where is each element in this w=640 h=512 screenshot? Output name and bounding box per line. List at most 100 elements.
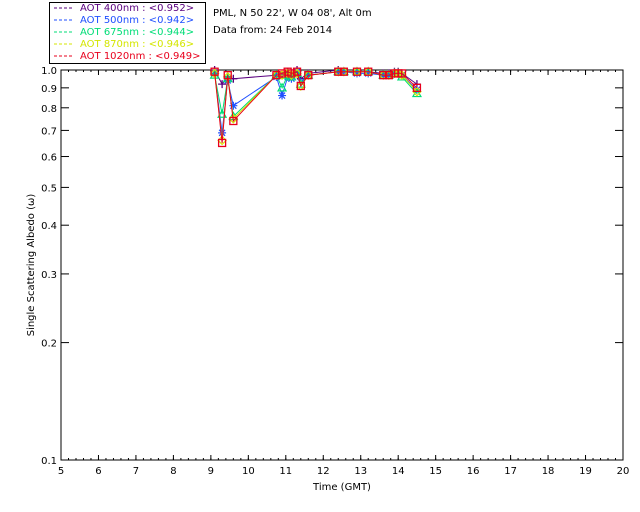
y-tick-label: 0.7 xyxy=(41,126,57,137)
data-point xyxy=(217,109,228,118)
x-tick-label: 15 xyxy=(429,466,442,477)
data-point xyxy=(333,66,344,76)
data-point xyxy=(296,74,305,83)
data-point xyxy=(286,70,297,81)
data-point xyxy=(334,67,343,76)
legend xyxy=(49,2,206,64)
y-tick-label: 1.0 xyxy=(41,66,57,77)
data-point xyxy=(293,66,302,74)
data-point xyxy=(412,80,421,89)
x-tick-label: 7 xyxy=(133,466,139,477)
data-point xyxy=(412,83,422,92)
data-point xyxy=(296,78,305,87)
data-point xyxy=(393,68,404,79)
y-tick-label: 0.9 xyxy=(41,84,57,95)
data-point xyxy=(277,69,287,78)
data-point xyxy=(363,66,374,76)
data-point xyxy=(296,81,305,91)
data-point xyxy=(339,67,348,76)
data-point xyxy=(286,71,297,81)
data-point xyxy=(412,85,421,94)
data-point xyxy=(223,76,232,85)
data-point xyxy=(351,66,363,76)
data-point xyxy=(397,69,407,78)
x-axis-label: Time (GMT) xyxy=(312,482,371,493)
data-point xyxy=(389,68,400,79)
data-point xyxy=(352,66,362,77)
data-point xyxy=(278,71,287,80)
data-point xyxy=(397,69,406,78)
data-point xyxy=(295,78,306,88)
data-point xyxy=(390,69,399,78)
series-line-1 xyxy=(214,70,418,133)
data-point xyxy=(304,71,313,80)
data-point xyxy=(304,69,313,78)
x-tick-label: 11 xyxy=(279,466,292,477)
data-point xyxy=(272,71,281,80)
series-line-0 xyxy=(214,69,418,86)
data-point xyxy=(218,128,227,137)
data-point xyxy=(339,66,349,77)
x-tick-label: 10 xyxy=(242,466,255,477)
x-tick-label: 14 xyxy=(392,466,405,477)
data-point xyxy=(378,69,389,79)
data-point xyxy=(282,69,293,79)
x-tick-label: 17 xyxy=(504,466,517,477)
data-point xyxy=(223,72,232,81)
data-point xyxy=(352,69,361,78)
data-point xyxy=(210,67,219,76)
data-point xyxy=(229,74,238,83)
y-tick-label: 0.3 xyxy=(41,270,57,281)
x-tick-label: 18 xyxy=(542,466,555,477)
data-point xyxy=(396,71,407,81)
plot-frame xyxy=(60,69,624,461)
data-point xyxy=(384,69,393,78)
data-point xyxy=(334,66,343,74)
x-tick-label: 16 xyxy=(467,466,480,477)
data-point xyxy=(282,68,293,79)
y-tick-label: 0.4 xyxy=(41,221,57,232)
data-point xyxy=(218,80,227,89)
y-tick-label: 0.6 xyxy=(41,153,57,164)
data-point xyxy=(217,138,227,148)
data-point xyxy=(210,69,219,78)
y-axis-label: Single Scattering Albedo (ω) xyxy=(26,194,37,337)
data-point xyxy=(378,70,389,81)
site-info: PML, N 50 22', W 04 08', Alt 0m xyxy=(213,8,372,19)
x-tick-label: 19 xyxy=(579,466,592,477)
data-point xyxy=(209,68,220,79)
x-tick-label: 13 xyxy=(354,466,367,477)
data-point xyxy=(283,67,292,76)
data-point xyxy=(389,68,400,78)
y-tick-label: 0.1 xyxy=(41,456,57,467)
data-point xyxy=(379,71,388,80)
data-point xyxy=(412,86,422,97)
x-tick-label: 5 xyxy=(58,466,64,477)
data-point xyxy=(384,71,393,80)
data-point xyxy=(390,67,399,76)
y-tick-label: 0.5 xyxy=(41,183,57,194)
y-tick-label: 0.2 xyxy=(41,339,57,350)
data-point xyxy=(390,69,399,78)
data-point xyxy=(228,111,239,121)
data-point xyxy=(229,116,238,126)
data-point xyxy=(364,69,373,78)
data-point xyxy=(394,69,403,78)
data-point xyxy=(411,88,422,98)
data-point xyxy=(379,69,388,78)
data-point xyxy=(363,66,374,77)
data-point xyxy=(222,73,233,83)
albedo-chart: 5 6 7 8 9 10 11 12 13 14 15 16 17 18 19 20 0.1 0.2 0.3 0.4 0… xyxy=(26,3,630,493)
data-point xyxy=(304,71,313,80)
x-tick-label: 20 xyxy=(617,466,630,477)
data-point xyxy=(352,67,361,76)
data-point xyxy=(210,66,219,74)
y-tick-label: 0.8 xyxy=(41,104,57,115)
x-tick-label: 9 xyxy=(208,466,214,477)
data-point xyxy=(339,67,349,76)
data-point xyxy=(292,67,302,76)
data-point xyxy=(384,71,393,80)
data-point xyxy=(228,113,239,124)
data-point xyxy=(287,74,296,83)
data-point xyxy=(222,72,233,82)
